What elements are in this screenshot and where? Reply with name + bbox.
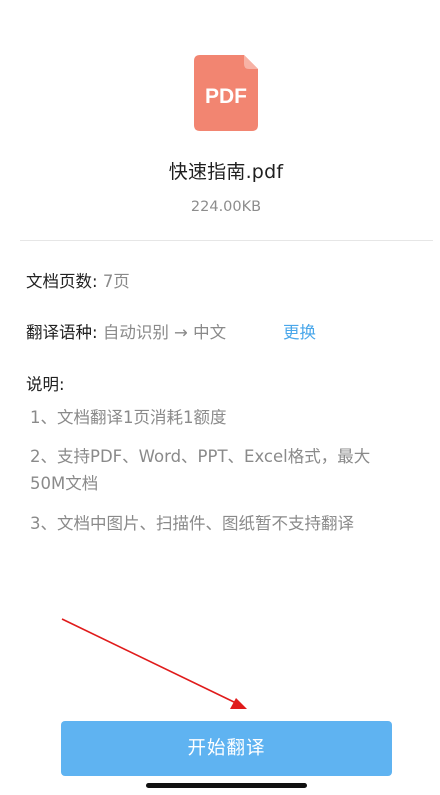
page-count-label: 文档页数:	[26, 272, 98, 291]
translation-language-value: 自动识别 → 中文	[102, 323, 227, 342]
translation-language-label: 翻译语种:	[26, 323, 98, 342]
start-translation-button[interactable]: 开始翻译	[61, 721, 392, 776]
home-indicator	[146, 783, 307, 788]
note-item: 2、支持PDF、Word、PPT、Excel格式，最大50M文档	[30, 447, 371, 493]
note-item: 1、文档翻译1页消耗1额度	[30, 408, 227, 427]
pdf-file-icon: PDF	[194, 55, 258, 131]
change-language-link[interactable]: 更换	[283, 319, 316, 343]
divider	[20, 240, 433, 241]
note-item: 3、文档中图片、扫描件、图纸暂不支持翻译	[30, 514, 354, 533]
translation-language-row: 翻译语种: 自动识别 → 中文	[26, 319, 226, 343]
file-size: 224.00KB	[190, 199, 262, 215]
pdf-icon-label: PDF	[205, 85, 247, 108]
file-name: 快速指南.pdf	[168, 161, 284, 183]
page-count-value: 7页	[102, 272, 130, 291]
page-count-row: 文档页数: 7页	[26, 268, 130, 292]
notes-title: 说明:	[26, 375, 65, 394]
